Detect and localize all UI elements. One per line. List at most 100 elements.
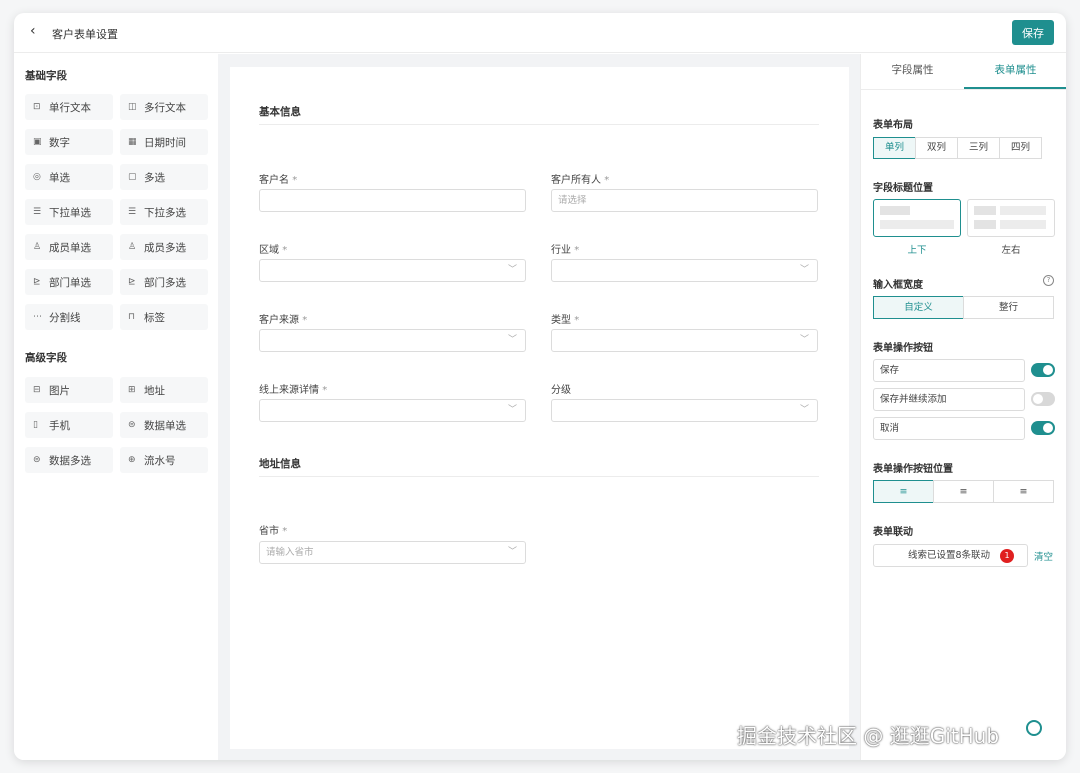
divider <box>861 89 1066 90</box>
select-field[interactable]: ﹀ <box>259 399 526 422</box>
field-type-label: 地址 <box>144 384 165 397</box>
divider <box>259 476 819 477</box>
field-type-label: 部门多选 <box>144 276 186 289</box>
field-type-item[interactable]: ▦ 日期时间 <box>120 129 208 155</box>
chat-icon[interactable] <box>1026 720 1042 736</box>
tab-field-properties[interactable]: 字段属性 <box>861 54 964 89</box>
field-type-item[interactable]: ⊵ 部门多选 <box>120 269 208 295</box>
field-type-item[interactable]: ⊓ 标签 <box>120 304 208 330</box>
group-title-basic: 基本信息 <box>259 106 301 118</box>
number-icon: ▣ <box>33 137 42 147</box>
dropdown-multi-icon: ☰ <box>128 207 137 217</box>
members-icon: ♙ <box>128 242 137 252</box>
field-label: 类型 * <box>551 315 580 326</box>
field-type-item[interactable]: ☰ 下拉多选 <box>120 199 208 225</box>
field-type-label: 成员单选 <box>49 241 91 254</box>
province-input[interactable]: 请输入省市 ﹀ <box>259 541 526 564</box>
tab-form-properties[interactable]: 表单属性 <box>964 54 1066 89</box>
field-type-item[interactable]: ♙ 成员单选 <box>25 234 113 260</box>
field-type-label: 部门单选 <box>49 276 91 289</box>
checkbox-icon: ▢ <box>128 172 137 182</box>
layout-option[interactable]: 三列 <box>957 137 1000 159</box>
field-type-item[interactable]: ⊡ 单行文本 <box>25 94 113 120</box>
select-field[interactable]: ﹀ <box>551 329 818 352</box>
title-position-left-option[interactable] <box>967 199 1055 237</box>
toggle-switch[interactable] <box>1031 421 1055 435</box>
field-type-item[interactable]: ◎ 单选 <box>25 164 113 190</box>
actions-label: 表单操作按钮 <box>873 343 933 354</box>
advanced-fields-title: 高级字段 <box>25 352 67 364</box>
field-type-item[interactable]: ▢ 多选 <box>120 164 208 190</box>
align-left-icon: ≡ <box>899 486 908 497</box>
field-type-label: 下拉单选 <box>49 206 91 219</box>
text-input[interactable] <box>259 189 526 212</box>
save-button[interactable]: 保存 <box>1012 20 1054 45</box>
toggle-switch[interactable] <box>1031 392 1055 406</box>
field-type-item[interactable]: ◫ 多行文本 <box>120 94 208 120</box>
data-single-icon: ⊜ <box>128 420 136 430</box>
divider <box>259 124 819 125</box>
chevron-left-icon[interactable]: ‹ <box>30 23 36 39</box>
select-field[interactable]: ﹀ <box>259 259 526 282</box>
linkage-button[interactable]: 线索已设置8条联动 1 <box>873 544 1028 567</box>
title-position-label: 字段标题位置 <box>873 183 933 194</box>
field-type-item[interactable]: ⊜ 数据单选 <box>120 412 208 438</box>
field-type-item[interactable]: ⋯ 分割线 <box>25 304 113 330</box>
field-type-label: 图片 <box>49 384 70 397</box>
chevron-down-icon: ﹀ <box>507 265 517 275</box>
field-type-label: 数据单选 <box>144 419 186 432</box>
select-field[interactable]: ﹀ <box>551 399 818 422</box>
field-type-label: 手机 <box>49 419 70 432</box>
layout-option[interactable]: 双列 <box>915 137 958 159</box>
align-right-option[interactable]: ≡ <box>993 480 1054 503</box>
serial-number-icon: ⊕ <box>128 455 136 465</box>
field-label: 客户名 * <box>259 175 298 186</box>
title-position-top-option[interactable] <box>873 199 961 237</box>
field-type-label: 分割线 <box>49 311 81 324</box>
field-type-label: 多选 <box>144 171 165 184</box>
align-left-option[interactable]: ≡ <box>873 480 934 503</box>
layout-option[interactable]: 四列 <box>999 137 1042 159</box>
action-button-name[interactable]: 保存 <box>873 359 1025 382</box>
title-position-left-label: 左右 <box>1001 245 1021 256</box>
text-input[interactable]: 请选择 <box>551 189 818 212</box>
help-icon[interactable]: ? <box>1043 275 1054 286</box>
field-type-item[interactable]: ♙ 成员多选 <box>120 234 208 260</box>
layout-option[interactable]: 单列 <box>873 137 916 159</box>
count-badge: 1 <box>1000 549 1014 563</box>
dropdown-list-icon: ☰ <box>33 207 42 217</box>
field-type-item[interactable]: ⊕ 流水号 <box>120 447 208 473</box>
app-window: ‹ 客户表单设置 保存 基础字段 ⊡ 单行文本 ◫ 多行文本 ▣ 数字 ▦ 日期时间 ◎ 单选 ▢ 多… <box>14 13 1066 760</box>
field-type-item[interactable]: ▣ 数字 <box>25 129 113 155</box>
field-type-item[interactable]: ⊟ 图片 <box>25 377 113 403</box>
align-center-option[interactable]: ≡ <box>933 480 994 503</box>
chevron-down-icon: ﹀ <box>799 405 809 415</box>
width-custom-option[interactable]: 自定义 <box>873 296 964 319</box>
field-type-item[interactable]: ☰ 下拉单选 <box>25 199 113 225</box>
action-button-name[interactable]: 取消 <box>873 417 1025 440</box>
chevron-down-icon: ﹀ <box>507 547 517 557</box>
departments-icon: ⊵ <box>128 277 136 287</box>
clear-link[interactable]: 清空 <box>1034 549 1053 563</box>
width-full-option[interactable]: 整行 <box>963 296 1054 319</box>
toggle-switch[interactable] <box>1031 363 1055 377</box>
field-type-item[interactable]: ⊜ 数据多选 <box>25 447 113 473</box>
field-type-item[interactable]: ▯ 手机 <box>25 412 113 438</box>
select-field[interactable]: ﹀ <box>259 329 526 352</box>
multi-line-text-icon: ◫ <box>128 102 137 112</box>
action-button-name[interactable]: 保存并继续添加 <box>873 388 1025 411</box>
field-type-label: 成员多选 <box>144 241 186 254</box>
properties-panel: 字段属性 表单属性 表单布局 单列 双列 三列 四列 字段标题位置 上下 左右 输入框… <box>860 54 1066 760</box>
align-center-icon: ≡ <box>959 486 968 497</box>
field-type-label: 流水号 <box>144 454 176 467</box>
field-type-item[interactable]: ⊞ 地址 <box>120 377 208 403</box>
field-label: 分级 <box>551 385 571 396</box>
select-field[interactable]: ﹀ <box>551 259 818 282</box>
data-multi-icon: ⊜ <box>33 455 41 465</box>
field-type-item[interactable]: ⊵ 部门单选 <box>25 269 113 295</box>
form-canvas: 基本信息 客户名 * 客户所有人 * 请选择 区域 * ﹀ 行业 * ﹀ 客户来源 * ﹀ 类型 … <box>230 67 849 749</box>
align-right-icon: ≡ <box>1019 486 1028 497</box>
field-label: 客户所有人 * <box>551 175 610 186</box>
single-line-text-icon: ⊡ <box>33 102 41 112</box>
field-type-label: 标签 <box>144 311 165 324</box>
